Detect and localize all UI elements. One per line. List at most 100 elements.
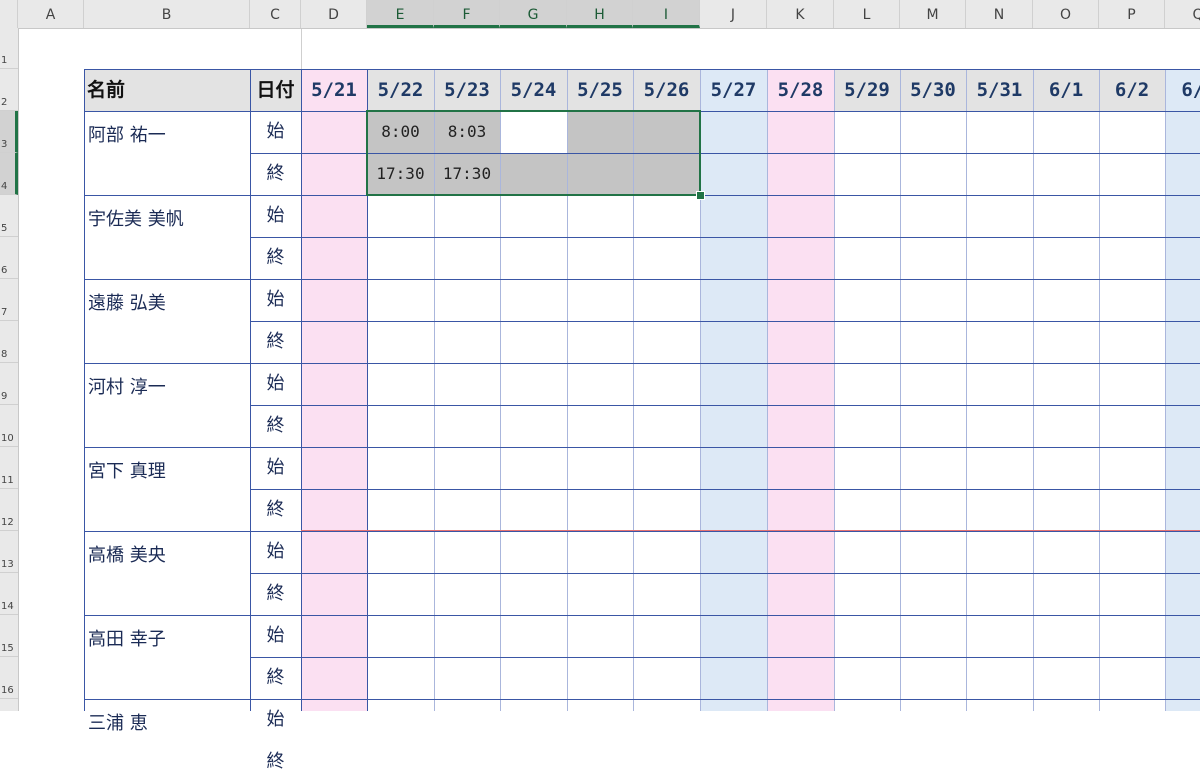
date-header-cell[interactable]: 5/22 [367,69,434,111]
person-name-cell[interactable]: 遠藤 弘美 [84,279,250,363]
row-header-2[interactable]: 2 [0,69,18,111]
weekend-column-fill [1165,111,1200,711]
grid-line-horizontal [84,279,1200,280]
selected-cell-shade [633,153,700,195]
column-header-n[interactable]: N [966,0,1033,28]
row-header-11[interactable]: 11 [0,447,18,489]
select-all-corner[interactable] [0,0,18,28]
column-header-q[interactable]: Q [1165,0,1200,28]
start-label-cell[interactable]: 始 [250,531,301,573]
start-label-cell[interactable]: 始 [250,615,301,657]
grid-line-horizontal [250,573,1200,574]
end-label-cell[interactable]: 終 [250,741,301,783]
end-label-cell[interactable]: 終 [250,237,301,279]
end-label-cell[interactable]: 終 [250,489,301,531]
date-header-cell[interactable]: 6/3 [1165,69,1200,111]
date-header-cell[interactable]: 5/28 [767,69,834,111]
row-header-13[interactable]: 13 [0,531,18,573]
start-label-cell[interactable]: 始 [250,111,301,153]
start-label-cell[interactable]: 始 [250,195,301,237]
date-header-cell[interactable]: 5/30 [900,69,966,111]
row-header-17[interactable]: 17 [0,699,18,711]
weekend-column-fill [301,111,367,711]
weekend-column-fill [700,111,767,711]
row-header-8[interactable]: 8 [0,321,18,363]
row-header-9[interactable]: 9 [0,363,18,405]
grid-line-horizontal [84,69,1200,70]
date-header-cell[interactable]: 5/27 [700,69,767,111]
date-header-cell[interactable]: 5/21 [301,69,367,111]
date-header-cell[interactable]: 5/23 [434,69,500,111]
column-header-l[interactable]: L [834,0,900,28]
date-header-cell[interactable]: 5/31 [966,69,1033,111]
column-header-k[interactable]: K [767,0,834,28]
column-header-p[interactable]: P [1099,0,1165,28]
start-label-cell[interactable]: 始 [250,363,301,405]
fill-handle[interactable] [696,191,705,200]
end-label-cell[interactable]: 終 [250,657,301,699]
date-header-cell[interactable]: 5/29 [834,69,900,111]
start-time-cell[interactable]: 8:03 [434,111,500,153]
person-name-cell[interactable]: 阿部 祐一 [84,111,250,195]
column-header-d[interactable]: D [301,0,367,28]
column-header-e[interactable]: E [367,0,434,28]
weekend-column-fill [767,111,834,711]
person-name-cell[interactable]: 三浦 恵 [84,699,250,783]
person-name-cell[interactable]: 河村 淳一 [84,363,250,447]
date-header-cell[interactable]: 6/1 [1033,69,1099,111]
column-header-i[interactable]: I [633,0,700,28]
column-header-h[interactable]: H [567,0,633,28]
end-label-cell[interactable]: 終 [250,153,301,195]
column-header-a[interactable]: A [18,0,84,28]
selected-cell-shade [567,153,633,195]
column-header-b[interactable]: B [84,0,250,28]
person-name-cell[interactable]: 高橋 美央 [84,531,250,615]
row-header-3[interactable]: 3 [0,111,18,153]
column-header-m[interactable]: M [900,0,966,28]
grid-line-horizontal [84,531,1200,532]
row-header-10[interactable]: 10 [0,405,18,447]
grid-line-horizontal [84,363,1200,364]
person-name-cell[interactable]: 宇佐美 美帆 [84,195,250,279]
column-header-o[interactable]: O [1033,0,1099,28]
column-header-c[interactable]: C [250,0,301,28]
person-name-cell[interactable]: 宮下 真理 [84,447,250,531]
row-header-14[interactable]: 14 [0,573,18,615]
column-header-f[interactable]: F [434,0,500,28]
end-label-cell[interactable]: 終 [250,405,301,447]
start-label-cell[interactable]: 始 [250,447,301,489]
start-label-cell[interactable]: 始 [250,699,301,741]
start-time-cell[interactable]: 8:00 [367,111,434,153]
page-break-line [301,530,1200,531]
header-name-cell[interactable]: 名前 [84,69,250,111]
date-header-cell[interactable]: 5/25 [567,69,633,111]
end-label-cell[interactable]: 終 [250,573,301,615]
start-label-cell[interactable]: 始 [250,279,301,321]
date-header-cell[interactable]: 5/26 [633,69,700,111]
header-date-cell[interactable]: 日付 [250,69,301,111]
person-name-cell[interactable]: 高田 幸子 [84,615,250,699]
row-header-4[interactable]: 4 [0,153,18,195]
row-header-12[interactable]: 12 [0,489,18,531]
column-header-g[interactable]: G [500,0,567,28]
date-header-cell[interactable]: 6/2 [1099,69,1165,111]
column-header-j[interactable]: J [700,0,767,28]
spreadsheet-grid[interactable]: 名前 日付 5/21 5/22 5/23 5/24 5/25 5/26 5/27 5/28 5/29… [0,0,1200,772]
end-time-cell[interactable]: 17:30 [434,153,500,195]
row-header-5[interactable]: 5 [0,195,18,237]
grid-line-vertical [301,28,302,69]
selected-cell-shade [633,111,700,153]
row-header-15[interactable]: 15 [0,615,18,657]
end-label-cell[interactable]: 終 [250,321,301,363]
grid-line-horizontal [84,447,1200,448]
row-header-16[interactable]: 16 [0,657,18,699]
row-header-6[interactable]: 6 [0,237,18,279]
grid-line-horizontal [84,195,1200,196]
row-header-1[interactable]: 1 [0,28,18,69]
grid-line-horizontal [250,237,1200,238]
end-time-cell[interactable]: 17:30 [367,153,434,195]
row-header-7[interactable]: 7 [0,279,18,321]
selected-cell-shade [567,111,633,153]
grid-line-horizontal [250,405,1200,406]
date-header-cell[interactable]: 5/24 [500,69,567,111]
